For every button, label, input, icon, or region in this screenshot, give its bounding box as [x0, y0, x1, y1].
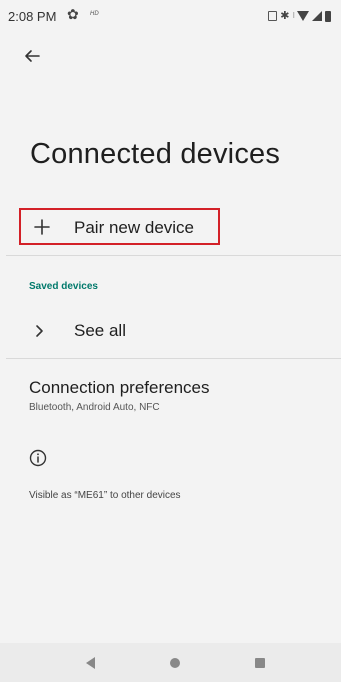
see-all-label: See all [74, 321, 126, 340]
pair-new-device-label: Pair new device [74, 218, 195, 237]
navigation-bar [0, 643, 341, 682]
connection-preferences-item[interactable]: Connection preferences Bluetooth, Androi… [0, 368, 341, 420]
volume-icon: ⁝ [292, 11, 294, 20]
visible-as-text: Visible as “ME61” to other devices [29, 490, 181, 501]
divider [6, 255, 341, 256]
page-title: Connected devices [30, 138, 281, 170]
back-button[interactable] [16, 40, 48, 72]
arrow-back-icon [25, 50, 40, 62]
settings-gear-icon: ✿ [67, 6, 79, 22]
connected-devices-screen: 2:08 PM ✿ HD ✱ ⁝ Connected devices Pair … [0, 0, 341, 682]
info-icon [29, 449, 47, 467]
status-icons: ✱ ⁝ [268, 8, 331, 24]
divider [6, 358, 341, 359]
plus-icon [31, 214, 53, 240]
saved-devices-header: Saved devices [29, 281, 98, 292]
connection-preferences-subtitle: Bluetooth, Android Auto, NFC [29, 402, 160, 413]
battery-icon [325, 10, 331, 22]
connection-preferences-title: Connection preferences [29, 378, 210, 397]
nav-back-icon[interactable] [86, 657, 95, 669]
status-time: 2:08 PM [8, 9, 57, 24]
bluetooth-icon: ✱ [280, 10, 290, 22]
nav-home-icon[interactable] [170, 658, 180, 668]
vibrate-icon [268, 11, 278, 21]
signal-icon [312, 11, 322, 21]
wifi-icon [297, 11, 309, 21]
pair-new-device-button[interactable]: Pair new device [19, 208, 220, 245]
nav-recents-icon[interactable] [255, 658, 265, 668]
chevron-right-icon [36, 325, 43, 337]
hd-label: HD [90, 11, 99, 17]
status-bar: 2:08 PM ✿ HD ✱ ⁝ [0, 0, 341, 34]
see-all-button[interactable]: See all [0, 308, 341, 354]
